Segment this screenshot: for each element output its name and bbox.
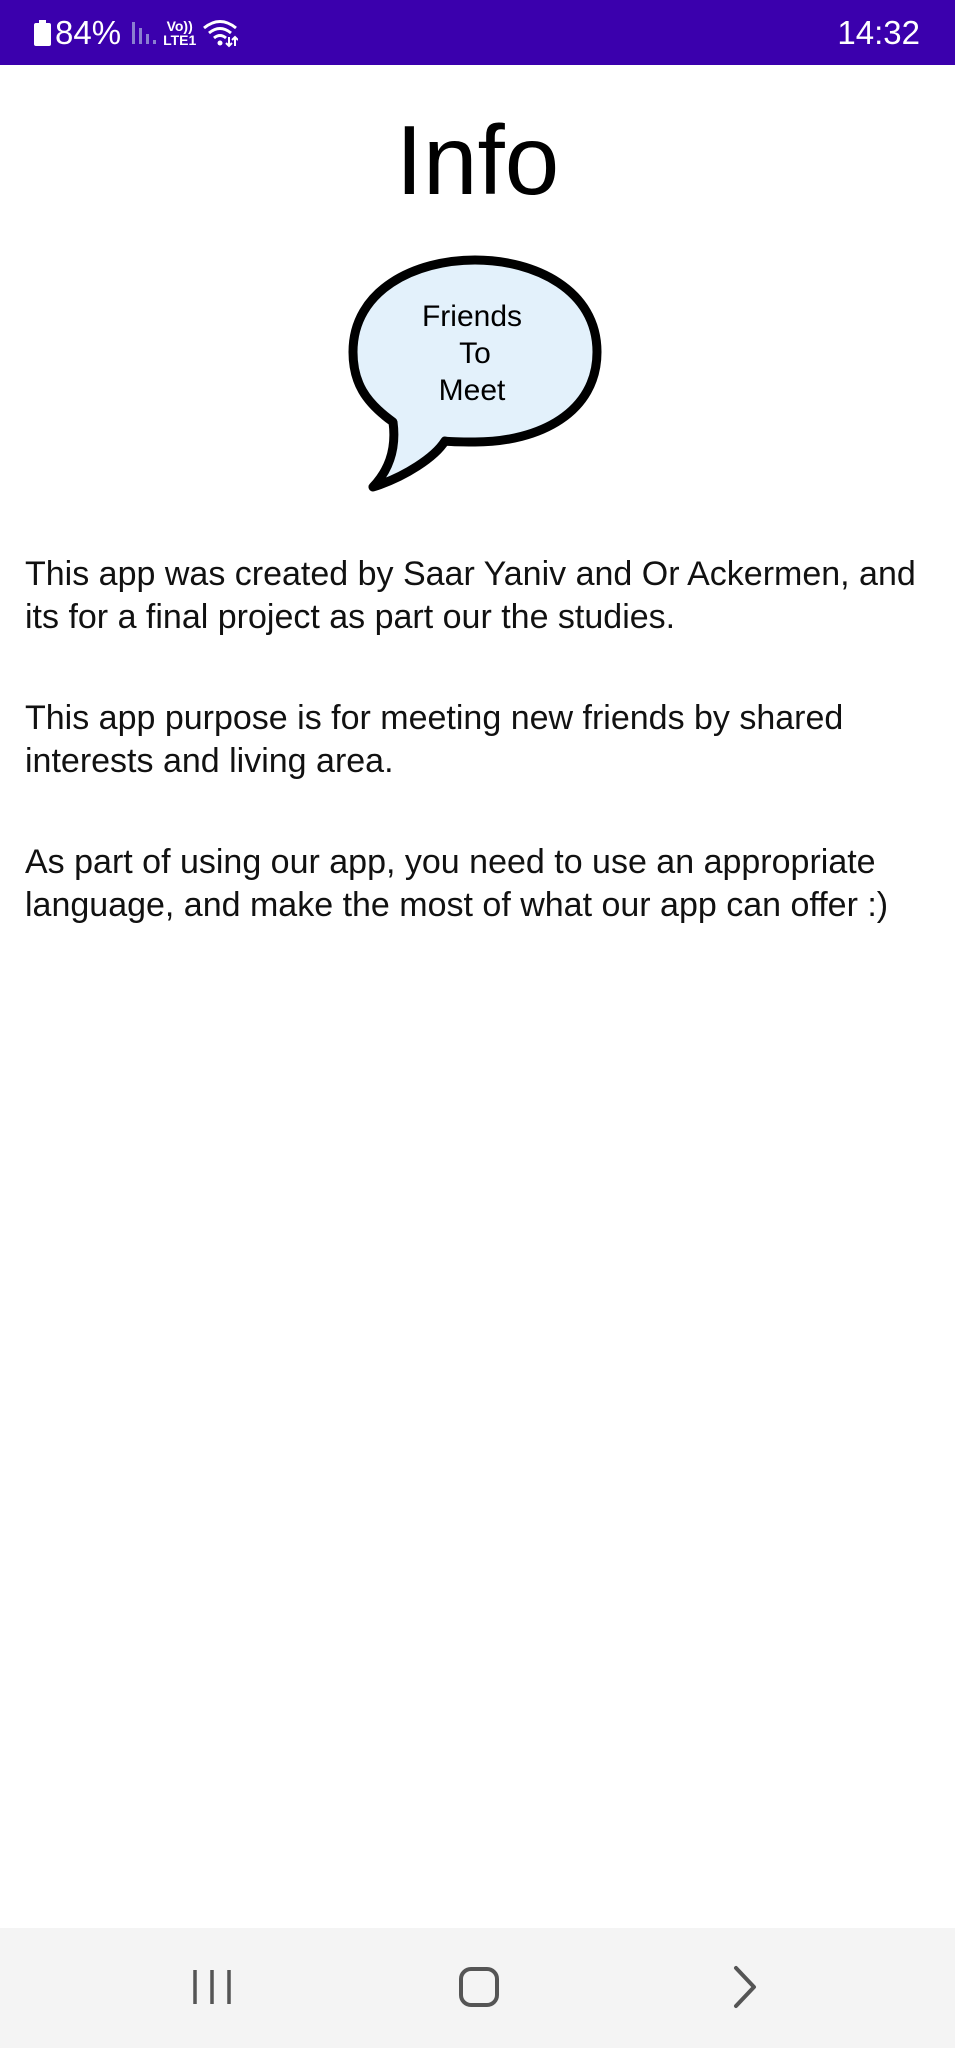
logo-line-friends: Friends bbox=[421, 300, 523, 333]
info-paragraph-creators: This app was created by Saar Yaniv and O… bbox=[25, 555, 916, 636]
battery-percentage: 84% bbox=[55, 13, 122, 51]
battery-icon bbox=[34, 19, 51, 46]
wifi-icon bbox=[203, 19, 239, 47]
volte-lte-icon: Vo)) LTE1 bbox=[163, 19, 196, 47]
system-navigation-bar bbox=[0, 1928, 955, 2048]
status-bar: 84% Vo)) LTE1 14:32 bbox=[0, 0, 955, 65]
back-button[interactable] bbox=[685, 1928, 805, 2048]
info-paragraph-guidelines: As part of using our app, you need to us… bbox=[25, 843, 889, 924]
home-icon bbox=[459, 1967, 499, 2007]
recents-button[interactable] bbox=[152, 1928, 272, 2048]
back-chevron-icon bbox=[734, 1966, 756, 2008]
page-title: Info bbox=[395, 105, 560, 215]
logo-line-meet: Meet bbox=[438, 374, 506, 407]
logo-text: Friends To Meet bbox=[345, 298, 605, 409]
recents-icon bbox=[193, 1970, 231, 2004]
info-paragraph-purpose: This app purpose is for meeting new frie… bbox=[25, 699, 844, 780]
clock-time: 14:32 bbox=[837, 14, 920, 51]
logo-line-to: To bbox=[459, 337, 491, 370]
volte-label: Vo)) bbox=[166, 17, 193, 34]
home-button[interactable] bbox=[419, 1928, 539, 2048]
status-indicators: 84% Vo)) LTE1 bbox=[34, 0, 239, 65]
lte-label: LTE1 bbox=[163, 31, 197, 48]
signal-strength-icon bbox=[132, 21, 157, 44]
